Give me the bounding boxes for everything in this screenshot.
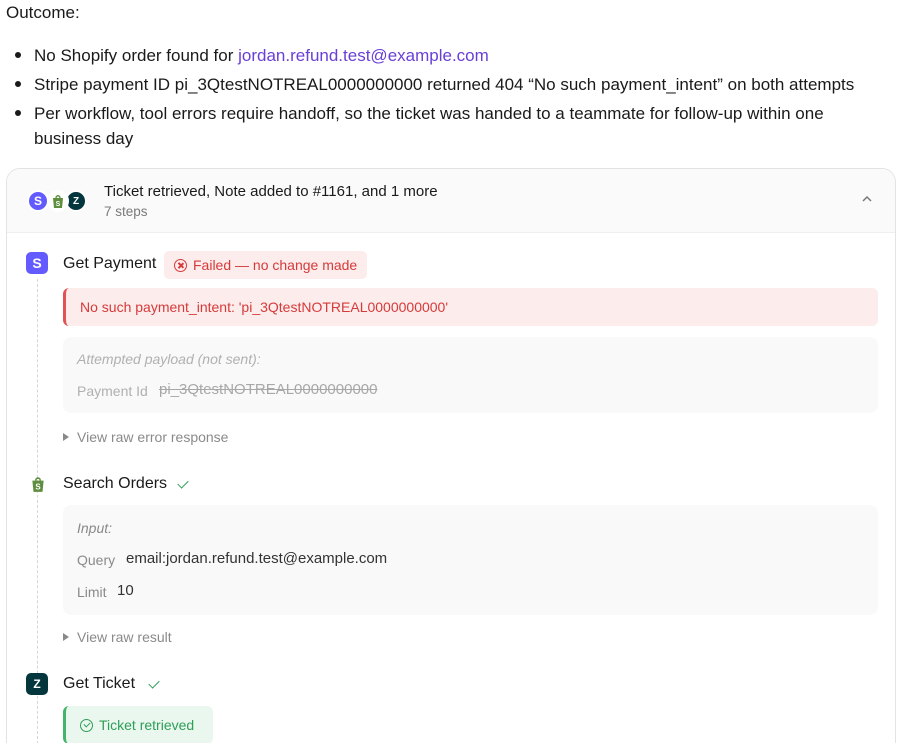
svg-text:S: S: [35, 483, 40, 492]
tool-icon-stack: S S Z: [27, 190, 93, 214]
payload-value: pi_3QtestNOTREAL0000000000: [159, 381, 378, 398]
svg-text:S: S: [56, 201, 61, 208]
limit-value: 10: [117, 582, 134, 599]
outcome-heading: Outcome:: [6, 3, 80, 22]
caret-right-icon: [63, 433, 69, 441]
error-message-box: No such payment_intent: 'pi_3QtestNOTREA…: [63, 288, 878, 326]
failed-status-badge: Failed — no change made: [164, 251, 368, 279]
bullet-dot: [14, 72, 34, 97]
view-raw-result-label: View raw result: [77, 629, 172, 645]
query-key: Query: [77, 552, 116, 568]
stripe-icon: S: [26, 252, 48, 274]
shopify-icon: S: [47, 190, 69, 212]
input-label: Input:: [77, 520, 113, 536]
view-raw-error-toggle[interactable]: View raw error response: [63, 429, 228, 445]
check-icon: [148, 677, 160, 689]
ticket-retrieved-box: Ticket retrieved: [63, 706, 213, 743]
steps-card: S S Z Ticket retrieved, Note added to #1…: [6, 168, 896, 743]
list-item-text: No Shopify order found for jordan.refund…: [34, 43, 894, 68]
steps-card-header[interactable]: S S Z Ticket retrieved, Note added to #1…: [7, 169, 895, 233]
step-title-search-orders: Search Orders: [63, 475, 168, 492]
view-raw-error-label: View raw error response: [77, 429, 229, 445]
search-orders-input-box: Input: Query email:jordan.refund.test@ex…: [63, 505, 878, 615]
zendesk-icon: Z: [26, 673, 48, 695]
ticket-retrieved-label: Ticket retrieved: [99, 717, 195, 733]
list-item: Stripe payment ID pi_3QtestNOTREAL000000…: [14, 72, 894, 97]
payload-label: Attempted payload (not sent):: [77, 351, 261, 367]
list-item: No Shopify order found for jordan.refund…: [14, 43, 894, 68]
bullet-dot: [14, 101, 34, 151]
failed-status-label: Failed — no change made: [193, 257, 358, 273]
stripe-icon: S: [27, 190, 49, 212]
step-title-get-payment: Get Payment: [63, 255, 157, 272]
view-raw-result-toggle[interactable]: View raw result: [63, 629, 172, 645]
steps-card-title: Ticket retrieved, Note added to #1161, a…: [104, 183, 438, 200]
list-item: Per workflow, tool errors require handof…: [14, 101, 894, 151]
bullet-dot: [14, 43, 34, 68]
payload-key: Payment Id: [77, 383, 148, 399]
list-item-text: Per workflow, tool errors require handof…: [34, 104, 824, 148]
list-item-text: Stripe payment ID pi_3QtestNOTREAL000000…: [34, 75, 855, 94]
check-circle-icon: [80, 718, 93, 732]
chevron-up-icon[interactable]: [861, 193, 873, 205]
caret-right-icon: [63, 633, 69, 641]
check-icon: [177, 477, 189, 489]
email-link[interactable]: jordan.refund.test@example.com: [238, 46, 489, 65]
shopify-icon: S: [27, 473, 49, 495]
step-title-get-ticket: Get Ticket: [63, 675, 136, 692]
steps-count: 7 steps: [104, 204, 148, 219]
list-item-prefix: No Shopify order found for: [34, 46, 239, 65]
limit-key: Limit: [77, 584, 107, 600]
attempted-payload-box: Attempted payload (not sent): Payment Id…: [63, 337, 878, 413]
error-message: No such payment_intent: 'pi_3QtestNOTREA…: [80, 299, 449, 315]
x-circle-icon: [174, 258, 187, 272]
query-value: email:jordan.refund.test@example.com: [126, 550, 388, 567]
outcome-list: No Shopify order found for jordan.refund…: [14, 43, 894, 155]
